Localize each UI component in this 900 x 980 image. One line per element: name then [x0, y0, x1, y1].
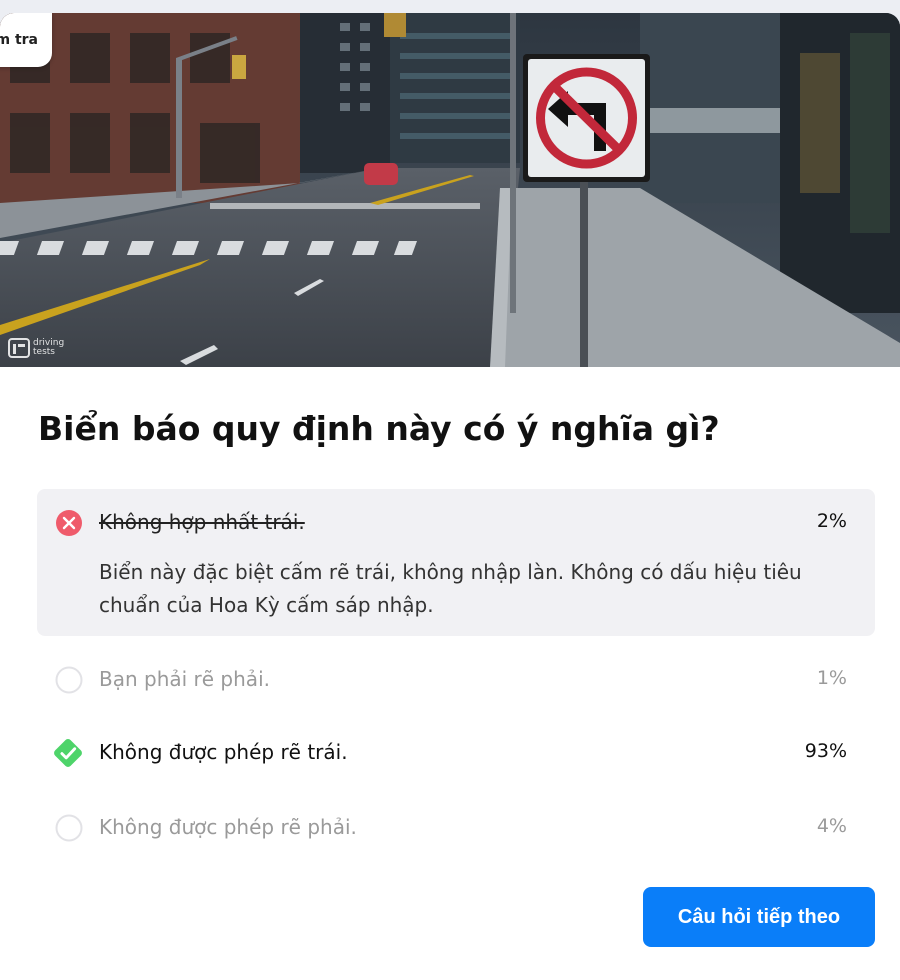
- next-question-button[interactable]: Câu hỏi tiếp theo: [643, 887, 875, 947]
- answer-percent: 4%: [816, 815, 847, 837]
- answer-text: Không hợp nhất trái.: [99, 510, 305, 534]
- answer-text: Bạn phải rẽ phải.: [99, 667, 270, 691]
- question-card: m tra driving tests Biển báo quy định nà…: [0, 13, 900, 980]
- question-title: Biển báo quy định này có ý nghĩa gì?: [38, 409, 720, 448]
- x-circle-icon: [56, 510, 82, 536]
- answer-option-3[interactable]: Không được phép rẽ trái. 93%: [37, 735, 875, 771]
- logo-text: driving tests: [33, 338, 65, 357]
- answer-text: Không được phép rẽ trái.: [99, 740, 348, 764]
- answer-explanation: Biển này đặc biệt cấm rẽ trái, không nhậ…: [99, 560, 802, 617]
- exam-tab[interactable]: m tra: [0, 13, 52, 67]
- logo-icon: [8, 338, 30, 358]
- exam-tab-label: m tra: [0, 32, 38, 48]
- answer-option-4[interactable]: Không được phép rẽ phải. 4%: [37, 810, 875, 846]
- empty-circle-icon: [55, 666, 83, 694]
- question-image: [0, 13, 900, 367]
- brand-logo: driving tests: [8, 337, 77, 359]
- answer-option-2[interactable]: Bạn phải rẽ phải. 1%: [37, 662, 875, 698]
- empty-circle-icon: [55, 814, 83, 842]
- answer-text: Không được phép rẽ phải.: [99, 815, 357, 839]
- answer-percent: 1%: [816, 667, 847, 689]
- answer-percent: 93%: [804, 740, 847, 762]
- answer-option-1[interactable]: Không hợp nhất trái. 2% Biển này đặc biệ…: [37, 489, 875, 636]
- check-diamond-icon: [54, 739, 82, 767]
- answer-percent: 2%: [816, 510, 847, 532]
